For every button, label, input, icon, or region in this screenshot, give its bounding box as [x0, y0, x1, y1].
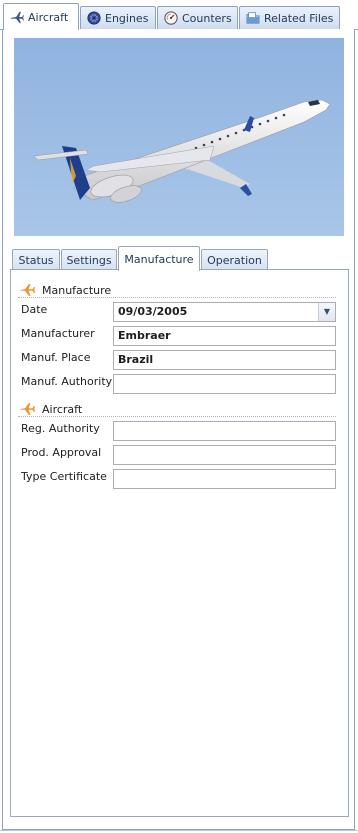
manuf-place-label: Manuf. Place [21, 351, 91, 364]
aircraft-separator [18, 416, 336, 417]
engine-icon [87, 11, 101, 25]
tab-operation-label: Operation [207, 253, 262, 267]
tab-manufacture[interactable]: Manufacture [118, 246, 200, 271]
tab-counters[interactable]: Counters [157, 6, 238, 29]
date-label: Date [21, 303, 48, 316]
aircraft-group-title: Aircraft [42, 402, 83, 416]
prod-approval-label: Prod. Approval [21, 446, 102, 459]
manufacturer-field[interactable]: Embraer [113, 326, 336, 346]
type-certificate-label: Type Certificate [21, 470, 107, 483]
top-tab-strip: Aircraft Engines Counters Related Files [0, 0, 358, 30]
tab-related-files-label: Related Files [264, 11, 334, 25]
manuf-authority-label: Manuf. Authority [21, 375, 113, 388]
manuf-authority-field[interactable] [113, 374, 336, 394]
type-certificate-field[interactable] [113, 469, 336, 489]
manufacturer-value: Embraer [118, 329, 171, 342]
airplane-icon [20, 403, 35, 415]
manufacture-group-title: Manufacture [42, 283, 112, 297]
tab-aircraft[interactable]: Aircraft [3, 3, 79, 30]
counter-gauge-icon [164, 11, 178, 25]
tab-engines[interactable]: Engines [80, 6, 156, 29]
tab-related-files[interactable]: Related Files [239, 6, 340, 29]
airplane-icon [20, 284, 35, 296]
tab-operation[interactable]: Operation [201, 249, 268, 270]
manuf-place-field[interactable]: Brazil [113, 350, 336, 370]
bottom-border [0, 830, 358, 831]
date-field[interactable]: 09/03/2005 ▼ [113, 302, 336, 322]
tab-settings[interactable]: Settings [61, 249, 117, 270]
tab-settings-label: Settings [66, 253, 112, 267]
aircraft-photo [14, 38, 344, 236]
chevron-down-icon: ▼ [323, 307, 331, 316]
tab-counters-label: Counters [182, 11, 232, 25]
reg-authority-field[interactable] [113, 421, 336, 441]
tab-aircraft-label: Aircraft [28, 10, 69, 24]
tab-status-label: Status [18, 253, 54, 267]
tab-manufacture-label: Manufacture [124, 252, 194, 266]
airplane-icon [10, 11, 24, 24]
manufacture-separator [18, 297, 336, 298]
tab-engines-label: Engines [105, 11, 149, 25]
manufacturer-label: Manufacturer [21, 327, 95, 340]
manuf-place-value: Brazil [118, 353, 154, 366]
reg-authority-label: Reg. Authority [21, 422, 100, 435]
date-dropdown-button[interactable]: ▼ [318, 303, 335, 321]
date-value: 09/03/2005 [118, 305, 188, 318]
files-icon [246, 12, 260, 24]
prod-approval-field[interactable] [113, 445, 336, 465]
tab-status[interactable]: Status [12, 249, 60, 270]
